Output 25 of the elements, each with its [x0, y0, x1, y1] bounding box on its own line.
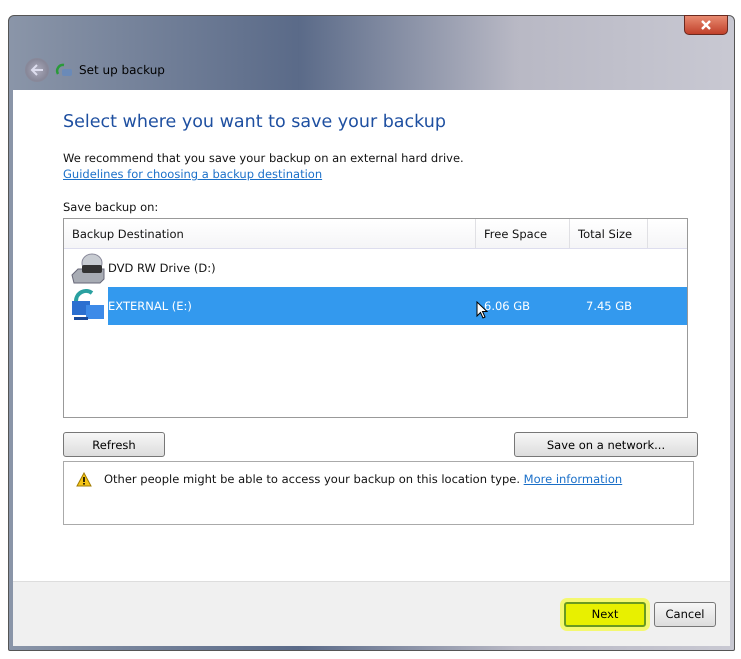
warning-icon: [76, 472, 92, 487]
network-drive-icon: [70, 289, 106, 323]
total-size: 7.45 GB: [586, 299, 632, 313]
intro-text: We recommend that you save your backup on an external hard drive. Guidelines for choosing a backup destination: [63, 150, 465, 182]
column-header[interactable]: Total Size: [570, 219, 648, 248]
back-arrow-icon: [30, 64, 44, 76]
back-button[interactable]: [25, 58, 49, 82]
column-header[interactable]: Backup Destination: [64, 219, 476, 248]
footer-button[interactable]: Cancel: [654, 602, 716, 626]
destination-name: EXTERNAL (E:): [107, 299, 193, 313]
dvd-drive-icon: [70, 251, 106, 285]
window-title: Set up backup: [79, 63, 165, 77]
more-information-link[interactable]: More information: [524, 472, 622, 486]
close-button[interactable]: [684, 15, 728, 35]
column-header[interactable]: Free Space: [476, 219, 570, 248]
list-action-button[interactable]: Refresh: [63, 432, 165, 457]
destination-name: DVD RW Drive (D:): [107, 261, 217, 275]
free-space: 6.06 GB: [484, 299, 530, 313]
warning-text: Other people might be able to access your backup on this location type. More information: [104, 472, 622, 486]
list-action-button[interactable]: Save on a network...: [514, 432, 698, 457]
page-heading: Select where you want to save your backup: [63, 112, 447, 132]
close-icon: [700, 20, 712, 30]
backup-icon: [55, 62, 73, 78]
guidelines-link[interactable]: Guidelines for choosing a backup destination: [63, 167, 322, 181]
list-label: Save backup on:: [63, 200, 160, 214]
